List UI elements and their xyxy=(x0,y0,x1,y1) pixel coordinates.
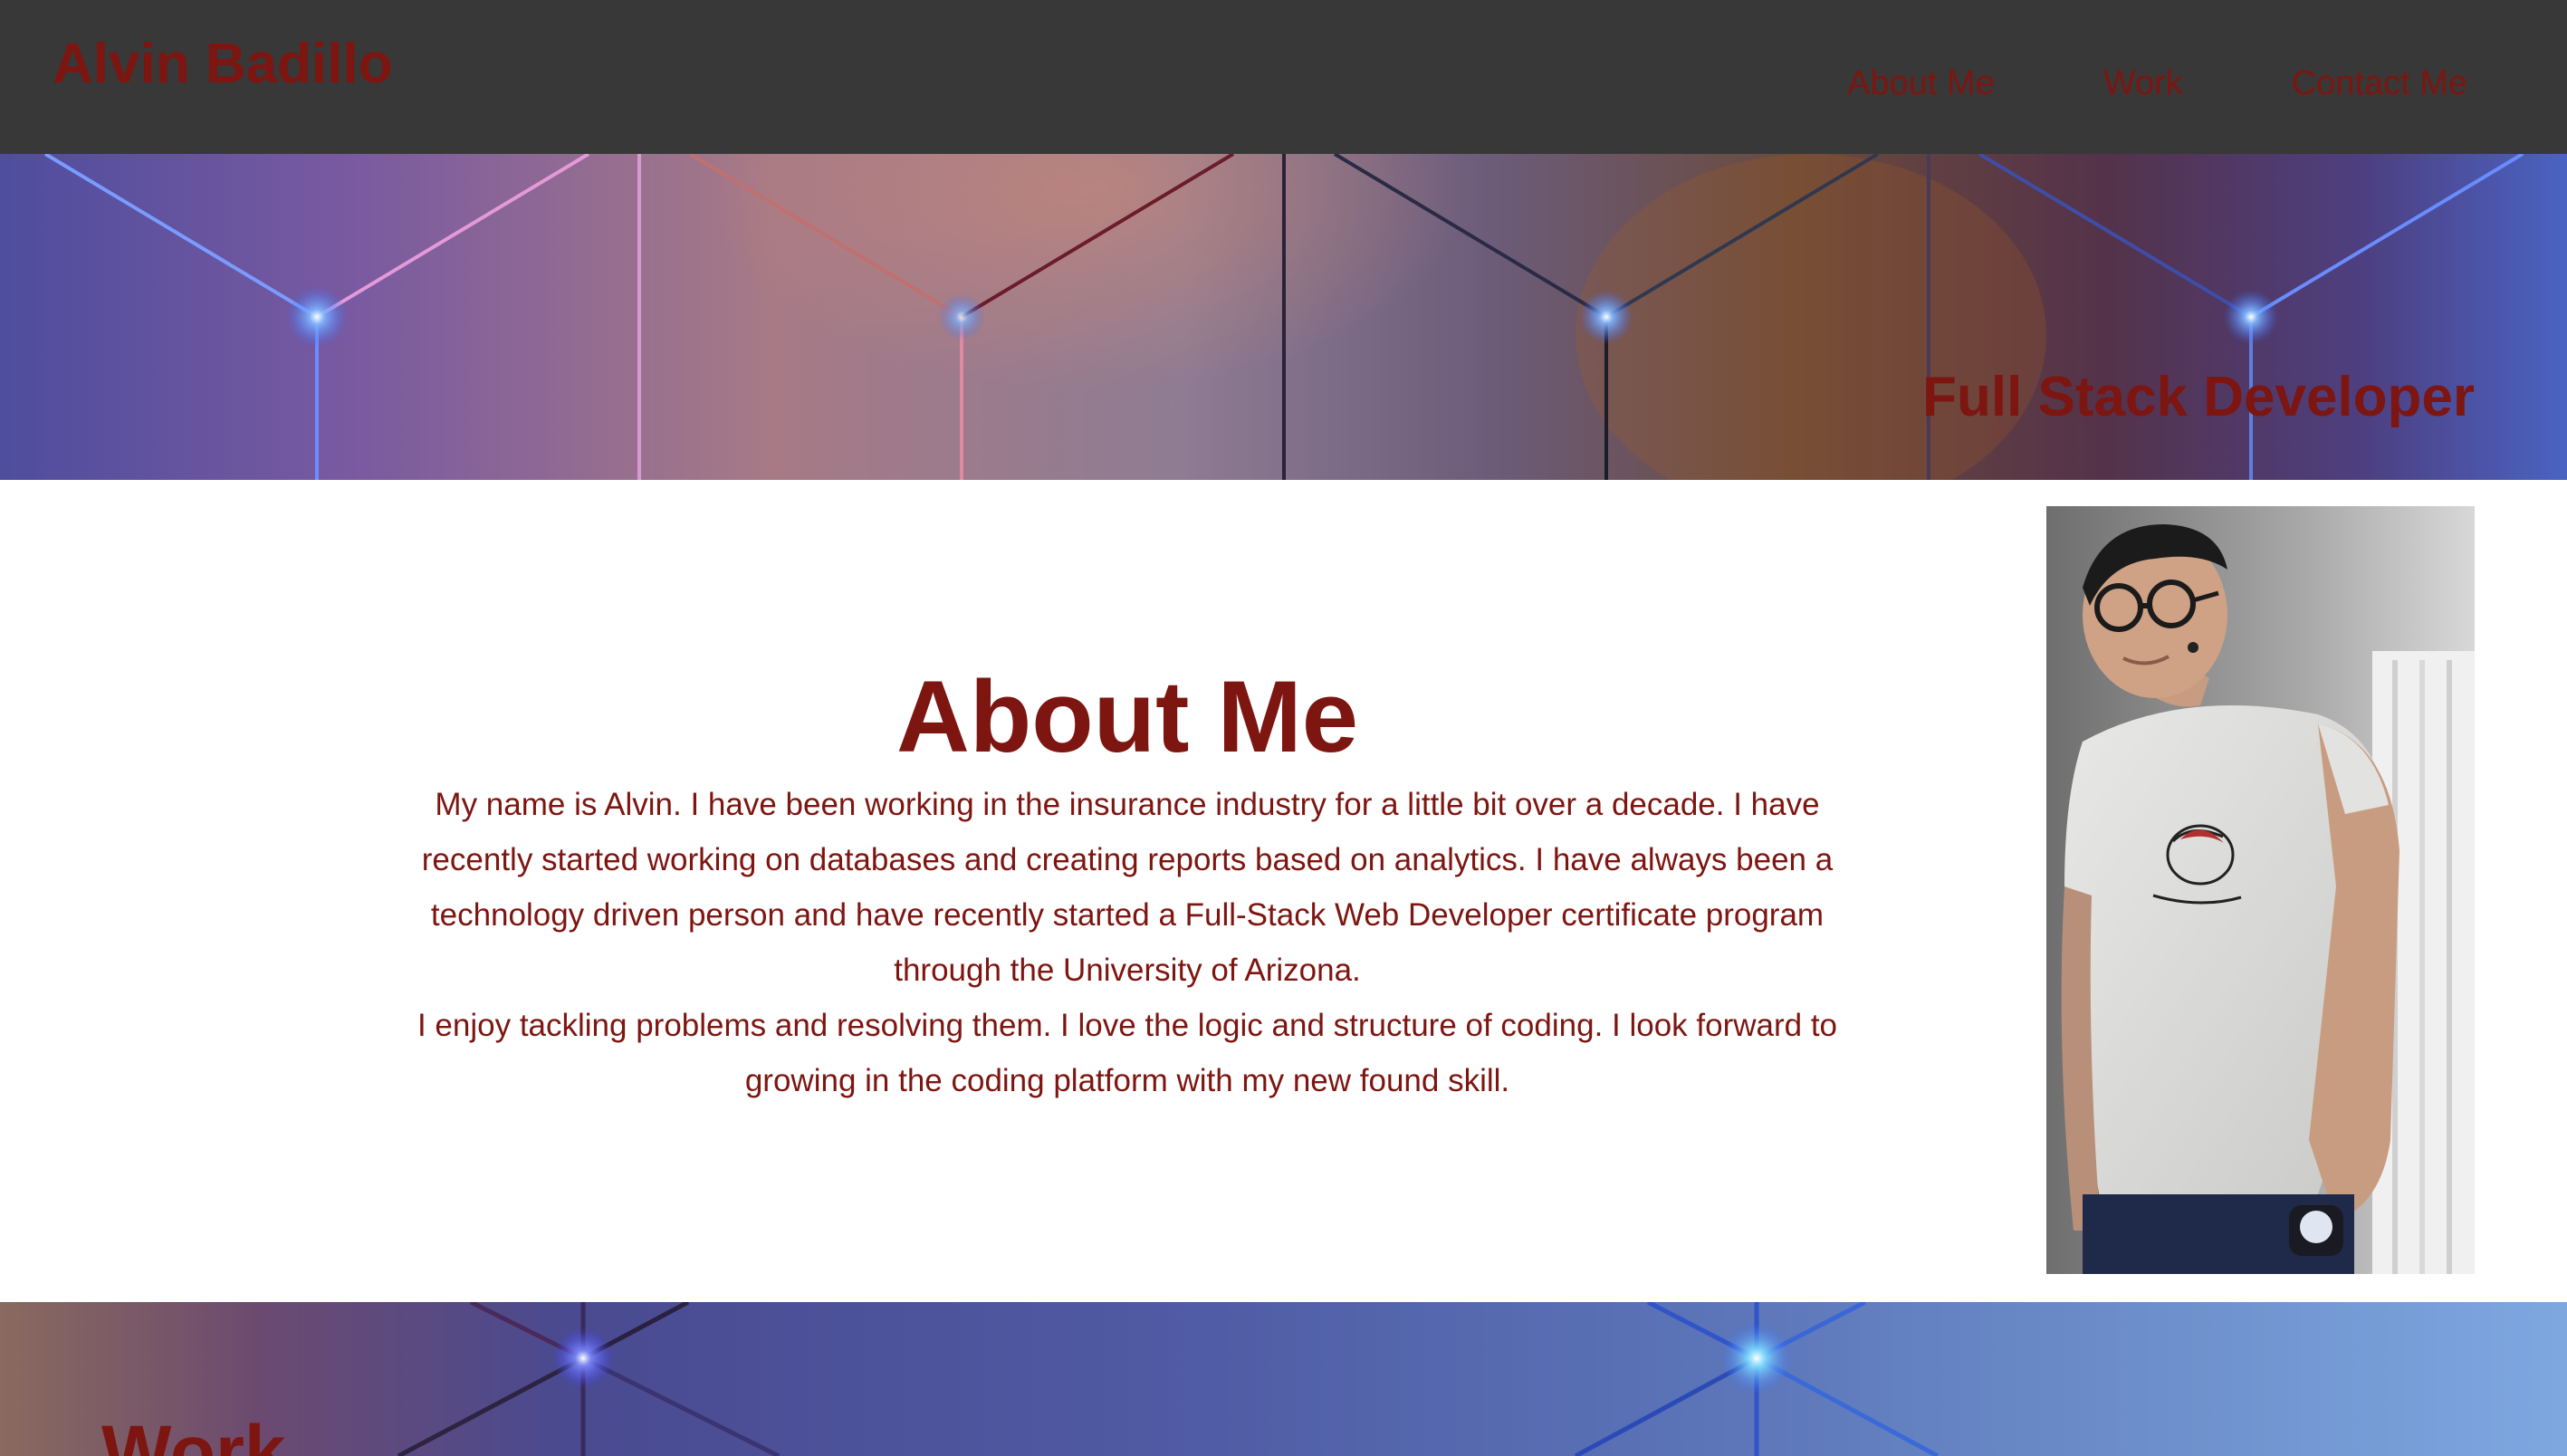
nav-link-contact-me[interactable]: Contact Me xyxy=(2292,62,2467,105)
work-heading: Work xyxy=(101,1411,286,1456)
main-nav: About Me Work Contact Me xyxy=(1847,62,2467,105)
work-section-banner: Work xyxy=(0,1302,2567,1456)
about-heading: About Me xyxy=(896,660,1359,773)
profile-photo-illustration xyxy=(2046,506,2475,1274)
hero-banner: Full Stack Developer xyxy=(0,154,2567,480)
hero-title: Full Stack Developer xyxy=(1922,366,2475,428)
site-header: Alvin Badillo About Me Work Contact Me xyxy=(0,0,2567,154)
site-name: Alvin Badillo xyxy=(53,33,393,95)
about-section: About Me My name is Alvin. I have been w… xyxy=(0,480,2567,1302)
nav-link-about-me[interactable]: About Me xyxy=(1847,62,1995,105)
work-background-graphic xyxy=(397,1302,1940,1456)
hero-background-graphic xyxy=(43,154,2524,480)
about-paragraph-2: I enjoy tackling problems and resolving … xyxy=(417,1008,1838,1098)
profile-photo xyxy=(2046,506,2475,1274)
about-content: About Me My name is Alvin. I have been w… xyxy=(389,661,1865,1108)
about-paragraph-1: My name is Alvin. I have been working in… xyxy=(421,787,1834,988)
nav-link-work[interactable]: Work xyxy=(2103,62,2183,105)
